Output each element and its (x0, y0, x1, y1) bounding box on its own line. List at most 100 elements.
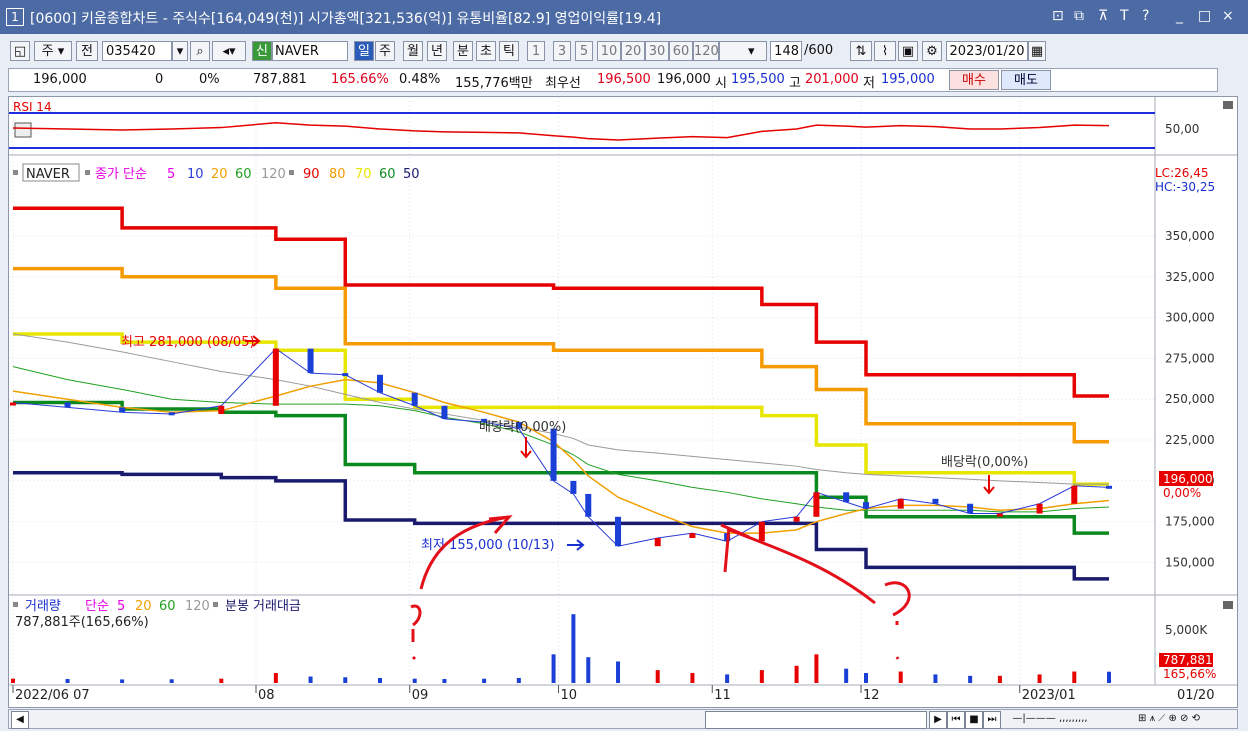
layout-icon[interactable]: ⊡ (1052, 8, 1064, 24)
chart-svg: RSI 14 50,00 NAVER 종가 단순 5 10 20 60 120 … (9, 97, 1237, 703)
prev-button[interactable]: 전 (76, 41, 98, 61)
grid (9, 97, 1155, 685)
volume-bar (1037, 674, 1042, 683)
pin-icon[interactable]: ⊼ (1098, 8, 1108, 24)
help-icon[interactable]: ? (1142, 8, 1149, 24)
forward-icon[interactable]: ⏭ (983, 711, 1001, 729)
minute-120[interactable]: 120 (693, 41, 719, 61)
rsi-panel-close-icon[interactable] (1223, 101, 1233, 109)
minute-60[interactable]: 60 (669, 41, 693, 61)
period-year[interactable]: 년 (427, 41, 447, 61)
best-ask: 196,500 (597, 72, 651, 87)
legend-env80: 80 (329, 167, 346, 182)
volume-bar (169, 679, 174, 683)
period-week[interactable]: 주 (375, 41, 395, 61)
x-tick-label: 11 (714, 688, 731, 703)
period-second[interactable]: 초 (476, 41, 496, 61)
calendar-icon[interactable]: ▦ (1028, 41, 1046, 61)
drawing-tools-icon[interactable]: ⊞ ⩚ ⟋ ⊕ ⊘ ⟲ (1105, 711, 1233, 727)
price-candle (376, 374, 383, 393)
volume-bar (725, 674, 730, 683)
y-tick-label: 150,000 (1165, 556, 1215, 570)
title-bar: 1 [0600] 키움종합차트 - 주식수[164,049(천)] 시가총액[3… (0, 0, 1248, 34)
period-month[interactable]: 월 (403, 41, 423, 61)
gear-icon[interactable]: ⚙ (922, 41, 942, 61)
price-candle (411, 392, 418, 406)
volume-bar (690, 672, 695, 683)
zoom-slider[interactable]: —|——— ,,,,,,,,, (1005, 711, 1095, 727)
minute-1[interactable]: 1 (527, 41, 545, 61)
play-icon[interactable]: ▶ (929, 711, 947, 729)
save-icon[interactable]: ▣ (898, 41, 918, 61)
stock-code-input[interactable]: 035420 (102, 41, 172, 61)
minute-30[interactable]: 30 (645, 41, 669, 61)
volume-bar (377, 677, 382, 683)
x-tick-label: 12 (863, 688, 880, 703)
y-tick-label: 250,000 (1165, 392, 1215, 406)
minute-3[interactable]: 3 (553, 41, 571, 61)
legend-ma-label: 종가 단순 (95, 167, 147, 182)
price-candle (967, 503, 974, 514)
x-tick-label: 10 (561, 688, 578, 703)
scroll-left-icon[interactable]: ◀ (11, 711, 29, 729)
minimize-icon[interactable]: _ (1176, 8, 1183, 24)
tab-week[interactable]: 주 ▾ (34, 41, 72, 61)
date-input[interactable]: 2023/01/20 (946, 41, 1028, 61)
quote-bar: 196,000 0 0% 787,881 165.66% 0.48% 155,7… (8, 68, 1218, 92)
buy-button[interactable]: 매수 (949, 70, 999, 90)
annotation-dividend-1: 배당락(0,00%) (479, 420, 566, 435)
price-candle (585, 493, 592, 517)
period-tick[interactable]: 틱 (499, 41, 519, 61)
copy-window-icon[interactable]: ⧉ (1074, 8, 1084, 24)
price: 196,000 (33, 72, 87, 87)
count-total: /600 (804, 43, 834, 58)
rsi-grid-icon[interactable] (14, 122, 32, 138)
sell-button[interactable]: 매도 (1001, 70, 1051, 90)
volume-bar (933, 674, 938, 683)
stop-icon[interactable]: ■ (965, 711, 983, 729)
x-tick-label: 2023/01 (1022, 688, 1076, 703)
search-icon[interactable]: ⌕ (190, 41, 210, 61)
volume-label: 거래량 (25, 599, 61, 614)
volume-ratio: 165.66% (331, 72, 389, 87)
change: 0 (155, 72, 164, 87)
scroll-thumb[interactable] (705, 711, 927, 729)
sound-icon[interactable]: ◂▾ (212, 41, 246, 61)
maximize-icon[interactable]: □ (1198, 8, 1211, 24)
price-candle (793, 516, 800, 522)
price-y-axis: 350,000 325,000 300,000 275,000 250,000 225,0… (1165, 229, 1215, 570)
minute-20[interactable]: 20 (621, 41, 645, 61)
volume-bar (1072, 671, 1077, 683)
font-icon[interactable]: T (1120, 8, 1129, 24)
minute-5[interactable]: 5 (575, 41, 593, 61)
chart-area[interactable]: RSI 14 50,00 NAVER 종가 단순 5 10 20 60 120 … (8, 96, 1238, 708)
rsi-label: RSI 14 (13, 100, 52, 114)
close-icon[interactable]: × (1222, 8, 1234, 24)
volume-legend: 거래량 단순 5 20 60 120 분봉 거래대금 787,881주(165,… (13, 599, 301, 630)
code-dropdown-icon[interactable]: ▾ (172, 41, 188, 61)
annotation-dividend-2: 배당락(0,00%) (941, 455, 1028, 470)
current-pct: 0,00% (1163, 486, 1201, 500)
minute-10[interactable]: 10 (597, 41, 621, 61)
price-candle (813, 492, 820, 517)
period-minute[interactable]: 분 (453, 41, 473, 61)
volume-current-pct: 165,66% (1163, 667, 1216, 681)
draw-icon[interactable]: ⌇ (874, 41, 896, 61)
count-input[interactable]: 148 (770, 41, 802, 61)
new-button[interactable]: 신 (252, 41, 272, 61)
rewind-icon[interactable]: ⏮ (947, 711, 965, 729)
period-day[interactable]: 일 (354, 41, 374, 61)
horizontal-scrollbar[interactable]: ◀ ▶ ⏮ ■ ⏭ —|——— ,,,,,,,,, ⊞ ⩚ ⟋ ⊕ ⊘ ⟲ (8, 709, 1238, 729)
legend-env90: 90 (303, 167, 320, 182)
chart-type-icon[interactable]: ◱ (10, 41, 30, 61)
volume-panel-close-icon[interactable] (1223, 601, 1233, 609)
price-candle (342, 373, 349, 377)
amount: 155,776백만 (455, 76, 533, 91)
custom-period-select[interactable]: ▾ (719, 41, 767, 61)
price-candle (64, 402, 71, 408)
volume-bar (844, 668, 849, 683)
volume-bar (482, 678, 487, 683)
price-candle (550, 428, 557, 481)
stock-name-field[interactable]: NAVER (272, 41, 348, 61)
compare-icon[interactable]: ⇅ (850, 41, 872, 61)
